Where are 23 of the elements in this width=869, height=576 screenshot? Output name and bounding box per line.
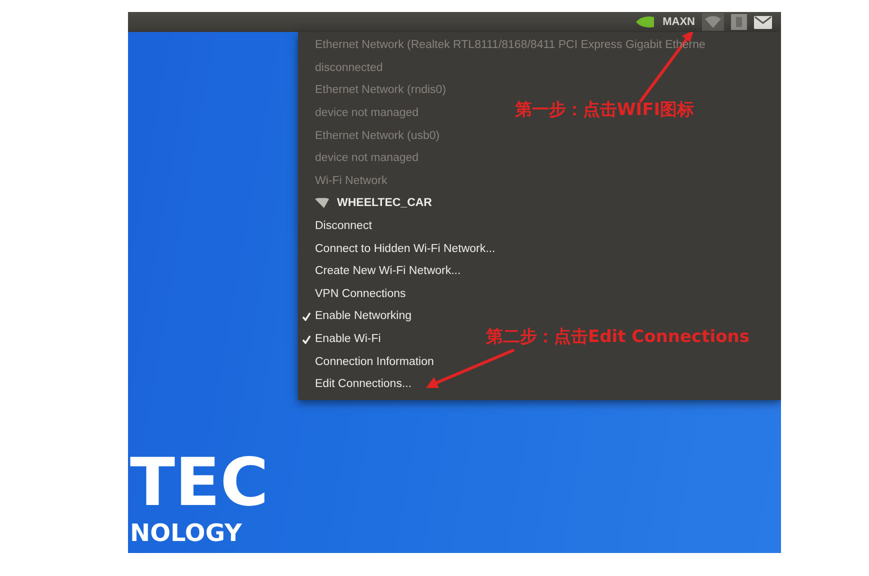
menu-item[interactable]: Enable Networking xyxy=(315,310,412,322)
menu-item: Ethernet Network (rndis0) xyxy=(315,84,446,96)
menu-item[interactable]: Connect to Hidden Wi-Fi Network... xyxy=(315,242,496,255)
mail-icon[interactable] xyxy=(754,16,772,28)
chip-icon[interactable] xyxy=(634,15,656,29)
wifi-signal-icon xyxy=(315,198,329,208)
annotation-text: 第一步：点击WIFI图标 xyxy=(515,99,694,121)
menu-item[interactable]: WHEELTEC_CAR xyxy=(337,197,432,210)
annotation-text: 第二步：点击Edit Connections xyxy=(486,326,750,348)
menu-item[interactable]: VPN Connections xyxy=(315,288,406,300)
menu-item[interactable]: Edit Connections... xyxy=(315,378,412,390)
menu-item[interactable]: Enable Wi-Fi xyxy=(315,333,381,346)
menu-item[interactable]: Create New Wi-Fi Network... xyxy=(315,265,461,278)
logo-subtitle: NOLOGY xyxy=(130,521,242,545)
menu-item: device not managed xyxy=(315,152,419,164)
menu-item: device not managed xyxy=(315,107,419,120)
menu-item: Wi-Fi Network xyxy=(315,174,388,187)
menu-item: Ethernet Network (usb0) xyxy=(315,130,440,142)
power-mode-label[interactable]: MAXN xyxy=(662,16,695,28)
menu-item[interactable]: Connection Information xyxy=(315,356,434,368)
logo-text: TEC xyxy=(130,450,269,516)
menu-item[interactable]: Disconnect xyxy=(315,220,372,232)
menu-item: disconnected xyxy=(315,62,383,74)
